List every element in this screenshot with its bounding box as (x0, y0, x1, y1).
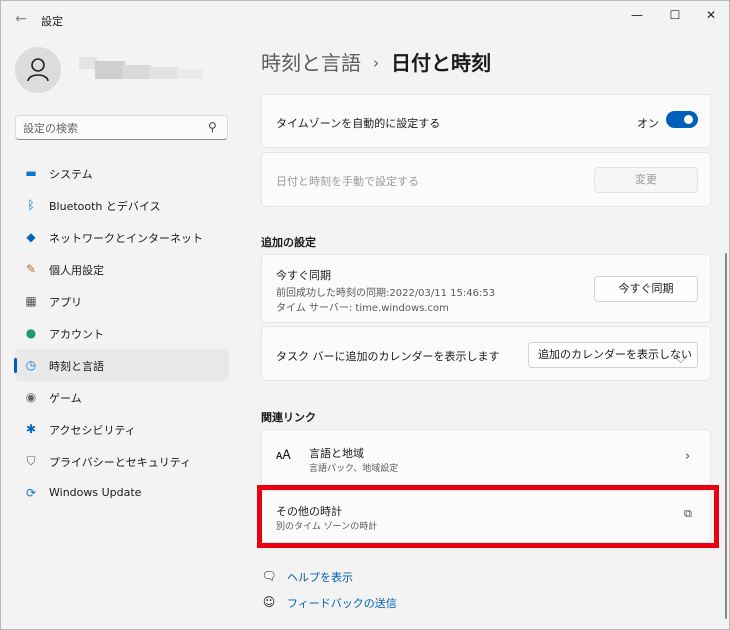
language-region-title: 言語と地域 (309, 447, 364, 460)
manual-time-card: 日付と時刻を手動で設定する 変更 (261, 152, 711, 207)
calendar-card: タスク バーに追加のカレンダーを表示します 追加のカレンダーを表示しない ⌵ (261, 326, 711, 381)
sidebar-item-label: アクセシビリティ (49, 424, 136, 437)
last-sync-time: 前回成功した時刻の同期:2022/03/11 15:46:53 (276, 288, 496, 299)
chevron-right-icon: › (685, 449, 691, 464)
sidebar-item-bluetooth[interactable]: ᛒ Bluetooth とデバイス (15, 189, 229, 221)
sidebar-item-time-language[interactable]: ◷ 時刻と言語 (14, 349, 229, 381)
account-icon: ● (25, 326, 37, 340)
avatar (15, 47, 61, 93)
search-icon[interactable]: ⚲ (208, 120, 217, 134)
wifi-icon: ◆ (26, 230, 36, 244)
page-title: 日付と時刻 (391, 51, 491, 75)
brush-icon: ✎ (25, 262, 37, 276)
sidebar-item-windows-update[interactable]: ⟳ Windows Update (15, 477, 229, 509)
change-time-button[interactable]: 変更 (594, 167, 698, 193)
chevron-down-icon: ⌵ (677, 355, 685, 366)
sidebar-item-label: 時刻と言語 (49, 360, 104, 373)
bluetooth-icon: ᛒ (27, 198, 35, 212)
update-icon: ⟳ (25, 486, 37, 500)
close-button[interactable]: ✕ (693, 1, 729, 31)
section-title-additional: 追加の設定 (261, 236, 316, 249)
title-bar: ← 設定 — ☐ ✕ (1, 1, 729, 35)
language-region-link[interactable]: 🗚 言語と地域 言語パック、地域設定 › (261, 429, 711, 486)
other-clocks-title: その他の時計 (276, 505, 342, 518)
sidebar-item-label: 個人用設定 (49, 264, 104, 277)
time-server: タイム サーバー: time.windows.com (276, 303, 449, 314)
sidebar-item-gaming[interactable]: ◉ ゲーム (15, 381, 229, 413)
sidebar-nav: ▬ システム ᛒ Bluetooth とデバイス ◆ ネットワークとインターネッ… (14, 157, 229, 509)
user-profile[interactable] (15, 47, 203, 93)
user-name-redacted (79, 57, 203, 83)
settings-search[interactable]: ⚲ (15, 115, 228, 140)
sidebar-item-label: Windows Update (49, 486, 142, 499)
section-title-related: 関連リンク (261, 411, 316, 424)
calendar-dropdown-value: 追加のカレンダーを表示しない (538, 348, 692, 361)
sidebar-item-accessibility[interactable]: ✱ アクセシビリティ (15, 413, 229, 445)
apps-icon: ▦ (25, 294, 37, 308)
sidebar-item-privacy[interactable]: ⛉ プライバシーとセキュリティ (15, 445, 229, 477)
maximize-button[interactable]: ☐ (657, 1, 693, 31)
settings-window: ← 設定 — ☐ ✕ ⚲ ▬ システム ᛒ (0, 0, 730, 630)
language-icon: 🗚 (276, 448, 291, 463)
auto-timezone-card: タイムゾーンを自動的に設定する オン (261, 94, 711, 148)
clock-globe-icon: ◷ (25, 358, 37, 372)
sync-now-button[interactable]: 今すぐ同期 (594, 276, 698, 302)
sidebar-item-label: アプリ (49, 296, 82, 309)
calendar-dropdown[interactable]: 追加のカレンダーを表示しない ⌵ (528, 342, 698, 368)
search-input[interactable] (23, 120, 203, 136)
external-link-icon: ⧉ (684, 507, 692, 520)
feedback-icon: ☺ (262, 595, 276, 609)
sidebar-item-label: アカウント (49, 328, 104, 341)
toggle-state-text: オン (637, 117, 659, 130)
gamepad-icon: ◉ (25, 390, 37, 404)
sidebar-item-network[interactable]: ◆ ネットワークとインターネット (15, 221, 229, 253)
sidebar-item-label: プライバシーとセキュリティ (49, 456, 192, 469)
other-clocks-link[interactable]: その他の時計 別のタイム ゾーンの時計 ⧉ (261, 490, 711, 543)
sidebar-item-system[interactable]: ▬ システム (15, 157, 229, 189)
sidebar-item-personalization[interactable]: ✎ 個人用設定 (15, 253, 229, 285)
auto-timezone-toggle[interactable] (666, 111, 698, 128)
breadcrumb-separator: › (373, 54, 379, 72)
back-arrow-icon[interactable]: ← (12, 10, 30, 28)
sidebar-item-accounts[interactable]: ● アカウント (15, 317, 229, 349)
monitor-icon: ▬ (25, 166, 37, 180)
app-title: 設定 (41, 15, 63, 28)
other-clocks-subtitle: 別のタイム ゾーンの時計 (276, 522, 378, 532)
scrollbar[interactable] (725, 253, 727, 619)
language-region-subtitle: 言語パック、地域設定 (309, 464, 399, 474)
shield-icon: ⛉ (26, 454, 36, 468)
sync-card: 今すぐ同期 前回成功した時刻の同期:2022/03/11 15:46:53 タイ… (261, 254, 711, 323)
sidebar-item-apps[interactable]: ▦ アプリ (15, 285, 229, 317)
breadcrumb-parent[interactable]: 時刻と言語 (261, 51, 361, 75)
sidebar-item-label: ゲーム (49, 392, 82, 405)
help-icon: 🗨 (261, 569, 277, 583)
calendar-label: タスク バーに追加のカレンダーを表示します (276, 350, 500, 363)
sidebar-item-label: Bluetooth とデバイス (49, 200, 161, 213)
accessibility-icon: ✱ (25, 422, 37, 436)
help-link-text[interactable]: ヘルプを表示 (287, 569, 353, 585)
auto-timezone-label: タイムゾーンを自動的に設定する (276, 117, 441, 130)
user-icon (27, 58, 49, 82)
feedback-link-text[interactable]: フィードバックの送信 (287, 595, 397, 611)
sync-title: 今すぐ同期 (276, 269, 331, 282)
breadcrumb: 時刻と言語 › 日付と時刻 (261, 47, 491, 76)
sidebar-item-label: システム (49, 168, 93, 181)
sidebar-item-label: ネットワークとインターネット (49, 232, 203, 245)
manual-time-label: 日付と時刻を手動で設定する (276, 175, 419, 188)
minimize-button[interactable]: — (619, 1, 655, 31)
